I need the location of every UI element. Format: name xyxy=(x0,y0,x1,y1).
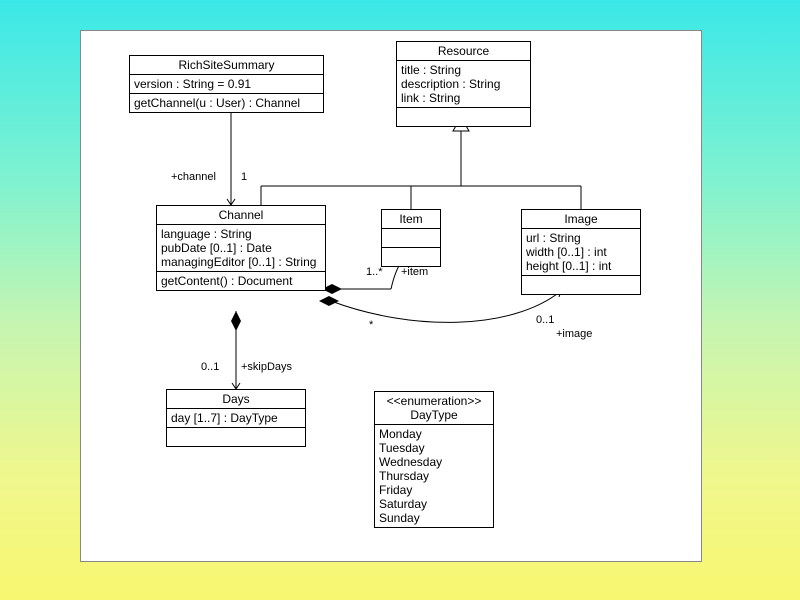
class-ops: getContent() : Document xyxy=(157,272,325,290)
class-attrs: title : Stringdescription : Stringlink :… xyxy=(397,61,530,108)
class-name: Resource xyxy=(397,42,530,61)
label-image-star: * xyxy=(369,319,373,331)
class-name: RichSiteSummary xyxy=(130,56,323,75)
class-ops xyxy=(397,108,530,126)
label-skipdays-role: +skipDays xyxy=(241,361,292,373)
class-name: Item xyxy=(382,210,440,229)
class-days: Days day [1..7] : DayType xyxy=(166,389,306,447)
label-channel-role: +channel xyxy=(171,171,216,183)
class-ops xyxy=(382,248,440,266)
label-item-role: +item xyxy=(401,266,428,278)
class-richsitesummary: RichSiteSummary version : String = 0.91 … xyxy=(129,55,324,113)
enum-daytype: <<enumeration>> DayType MondayTuesdayWed… xyxy=(374,391,494,528)
class-channel: Channel language : StringpubDate [0..1] … xyxy=(156,205,326,291)
label-skipdays-mult: 0..1 xyxy=(201,361,219,373)
class-name: Channel xyxy=(157,206,325,225)
label-item-mult: 1..* xyxy=(366,266,383,278)
class-attrs: version : String = 0.91 xyxy=(130,75,323,94)
enum-header: <<enumeration>> DayType xyxy=(375,392,493,425)
class-name: Image xyxy=(522,210,640,229)
class-attrs: day [1..7] : DayType xyxy=(167,409,305,428)
label-channel-mult: 1 xyxy=(241,171,247,183)
class-ops xyxy=(167,428,305,446)
class-name: Days xyxy=(167,390,305,409)
class-resource: Resource title : Stringdescription : Str… xyxy=(396,41,531,127)
diagram-frame: RichSiteSummary version : String = 0.91 … xyxy=(80,30,702,562)
enum-literals: MondayTuesdayWednesdayThursdayFridaySatu… xyxy=(375,425,493,527)
label-image-mult: 0..1 xyxy=(536,314,554,326)
class-image: Image url : Stringwidth [0..1] : intheig… xyxy=(521,209,641,295)
label-image-role: +image xyxy=(556,328,592,340)
class-ops: getChannel(u : User) : Channel xyxy=(130,94,323,112)
class-ops xyxy=(522,276,640,294)
class-item: Item xyxy=(381,209,441,267)
class-attrs: language : StringpubDate [0..1] : Datema… xyxy=(157,225,325,272)
class-attrs xyxy=(382,229,440,248)
class-attrs: url : Stringwidth [0..1] : intheight [0.… xyxy=(522,229,640,276)
